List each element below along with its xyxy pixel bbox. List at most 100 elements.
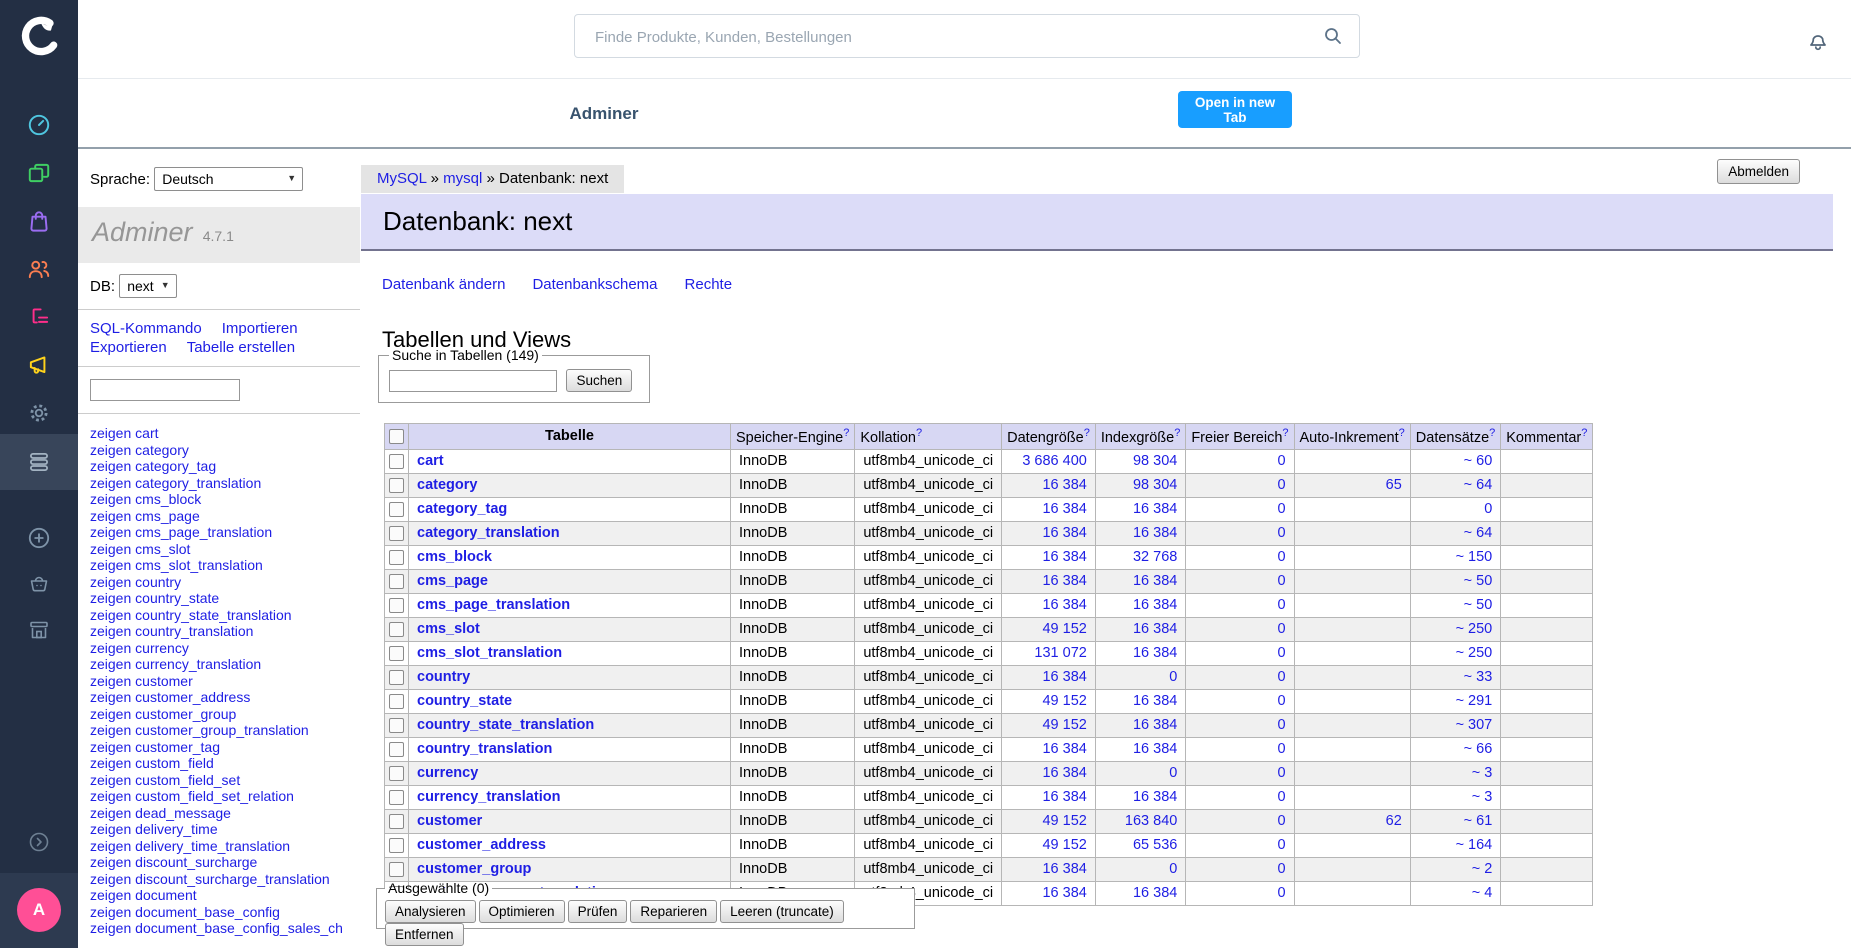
column-help-link[interactable]: ? xyxy=(1581,427,1587,439)
index-size-cell-link[interactable]: 16 384 xyxy=(1133,525,1177,541)
free-space-cell-link[interactable]: 0 xyxy=(1277,885,1285,901)
select-link[interactable]: zeigen xyxy=(90,871,131,887)
table-name-link[interactable]: country_state xyxy=(417,693,512,709)
free-space-cell-link[interactable]: 0 xyxy=(1277,861,1285,877)
selected-action-button-5[interactable]: Entfernen xyxy=(385,923,464,946)
select-link[interactable]: zeigen xyxy=(90,673,131,689)
select-link[interactable]: zeigen xyxy=(90,442,131,458)
sidebar-item-database[interactable] xyxy=(0,434,78,490)
records-cell-link[interactable]: ~ 291 xyxy=(1456,693,1493,709)
table-search-button[interactable]: Suchen xyxy=(566,369,633,392)
row-checkbox[interactable] xyxy=(389,622,404,637)
table-link[interactable]: country_state xyxy=(135,590,219,606)
select-link[interactable]: zeigen xyxy=(90,838,131,854)
records-cell-link[interactable]: ~ 50 xyxy=(1464,597,1493,613)
records-cell-link[interactable]: ~ 64 xyxy=(1464,525,1493,541)
selected-action-button-3[interactable]: Reparieren xyxy=(630,900,718,923)
records-cell-link[interactable]: ~ 4 xyxy=(1472,885,1493,901)
table-link[interactable]: cart xyxy=(135,425,158,441)
row-checkbox[interactable] xyxy=(389,454,404,469)
records-cell-link[interactable]: ~ 307 xyxy=(1456,717,1493,733)
selected-action-button-0[interactable]: Analysieren xyxy=(385,900,476,923)
row-checkbox[interactable] xyxy=(389,862,404,877)
index-size-cell-link[interactable]: 65 536 xyxy=(1133,837,1177,853)
records-cell-link[interactable]: ~ 164 xyxy=(1456,837,1493,853)
table-link[interactable]: cms_page_translation xyxy=(135,524,272,540)
index-size-cell-link[interactable]: 16 384 xyxy=(1133,789,1177,805)
column-help-link[interactable]: ? xyxy=(1174,427,1180,439)
table-link[interactable]: country_state_translation xyxy=(135,607,291,623)
table-name-link[interactable]: country_translation xyxy=(417,741,552,757)
table-link[interactable]: customer xyxy=(135,673,193,689)
free-space-cell-link[interactable]: 0 xyxy=(1277,669,1285,685)
data-size-cell-link[interactable]: 16 384 xyxy=(1042,669,1086,685)
avatar[interactable]: A xyxy=(17,888,61,932)
free-space-cell-link[interactable]: 0 xyxy=(1277,813,1285,829)
table-name-link[interactable]: currency xyxy=(417,765,478,781)
table-filter-input[interactable] xyxy=(90,379,240,401)
table-name-link[interactable]: cms_block xyxy=(417,549,492,565)
table-link[interactable]: delivery_time xyxy=(135,821,217,837)
select-link[interactable]: zeigen xyxy=(90,904,131,920)
data-size-cell-link[interactable]: 3 686 400 xyxy=(1022,453,1087,469)
sidebar-item-add[interactable] xyxy=(0,514,78,562)
sidebar-item-dashboard[interactable] xyxy=(0,101,78,149)
table-link[interactable]: document_base_config_sales_ch xyxy=(135,920,343,936)
sidebar-item-settings[interactable] xyxy=(0,389,78,437)
table-link[interactable]: customer_tag xyxy=(135,739,220,755)
row-checkbox[interactable] xyxy=(389,694,404,709)
row-checkbox[interactable] xyxy=(389,838,404,853)
free-space-cell-link[interactable]: 0 xyxy=(1277,741,1285,757)
adminer-nav-link-0[interactable]: SQL-Kommando xyxy=(90,319,202,338)
index-size-cell-link[interactable]: 16 384 xyxy=(1133,621,1177,637)
records-cell-link[interactable]: ~ 66 xyxy=(1464,741,1493,757)
free-space-cell-link[interactable]: 0 xyxy=(1277,525,1285,541)
free-space-cell-link[interactable]: 0 xyxy=(1277,837,1285,853)
table-name-link[interactable]: cms_slot_translation xyxy=(417,645,562,661)
table-name-link[interactable]: cms_page xyxy=(417,573,488,589)
table-link[interactable]: customer_group_translation xyxy=(135,722,309,738)
data-size-cell-link[interactable]: 16 384 xyxy=(1042,525,1086,541)
free-space-cell-link[interactable]: 0 xyxy=(1277,621,1285,637)
data-size-cell-link[interactable]: 49 152 xyxy=(1042,621,1086,637)
index-size-cell-link[interactable]: 0 xyxy=(1169,669,1177,685)
free-space-cell-link[interactable]: 0 xyxy=(1277,501,1285,517)
records-cell-link[interactable]: 0 xyxy=(1484,501,1492,517)
select-link[interactable]: zeigen xyxy=(90,640,131,656)
table-link[interactable]: country xyxy=(135,574,181,590)
table-search-input[interactable] xyxy=(389,369,557,392)
sidebar-item-products[interactable] xyxy=(0,149,78,197)
auto-increment-cell-link[interactable]: 65 xyxy=(1386,477,1402,493)
select-link[interactable]: zeigen xyxy=(90,574,131,590)
data-size-cell-link[interactable]: 16 384 xyxy=(1042,789,1086,805)
table-link[interactable]: cms_slot xyxy=(135,541,190,557)
index-size-cell-link[interactable]: 16 384 xyxy=(1133,501,1177,517)
table-link[interactable]: customer_address xyxy=(135,689,250,705)
row-checkbox[interactable] xyxy=(389,526,404,541)
select-link[interactable]: zeigen xyxy=(90,920,131,936)
select-link[interactable]: zeigen xyxy=(90,656,131,672)
records-cell-link[interactable]: ~ 33 xyxy=(1464,669,1493,685)
db-select[interactable]: next ▼ xyxy=(119,274,177,298)
free-space-cell-link[interactable]: 0 xyxy=(1277,645,1285,661)
table-name-link[interactable]: category_tag xyxy=(417,501,507,517)
select-link[interactable]: zeigen xyxy=(90,739,131,755)
table-name-link[interactable]: country xyxy=(417,669,470,685)
records-cell-link[interactable]: ~ 60 xyxy=(1464,453,1493,469)
records-cell-link[interactable]: ~ 250 xyxy=(1456,645,1493,661)
index-size-cell-link[interactable]: 16 384 xyxy=(1133,597,1177,613)
select-link[interactable]: zeigen xyxy=(90,772,131,788)
select-link[interactable]: zeigen xyxy=(90,788,131,804)
table-link[interactable]: cms_page xyxy=(135,508,200,524)
row-checkbox[interactable] xyxy=(389,598,404,613)
sidebar-item-basket[interactable] xyxy=(0,559,78,607)
table-link[interactable]: currency xyxy=(135,640,189,656)
data-size-cell-link[interactable]: 16 384 xyxy=(1042,861,1086,877)
column-help-link[interactable]: ? xyxy=(1282,427,1288,439)
selected-action-button-2[interactable]: Prüfen xyxy=(567,900,628,923)
records-cell-link[interactable]: ~ 3 xyxy=(1472,765,1493,781)
data-size-cell-link[interactable]: 16 384 xyxy=(1042,477,1086,493)
select-link[interactable]: zeigen xyxy=(90,508,131,524)
free-space-cell-link[interactable]: 0 xyxy=(1277,597,1285,613)
records-cell-link[interactable]: ~ 150 xyxy=(1456,549,1493,565)
